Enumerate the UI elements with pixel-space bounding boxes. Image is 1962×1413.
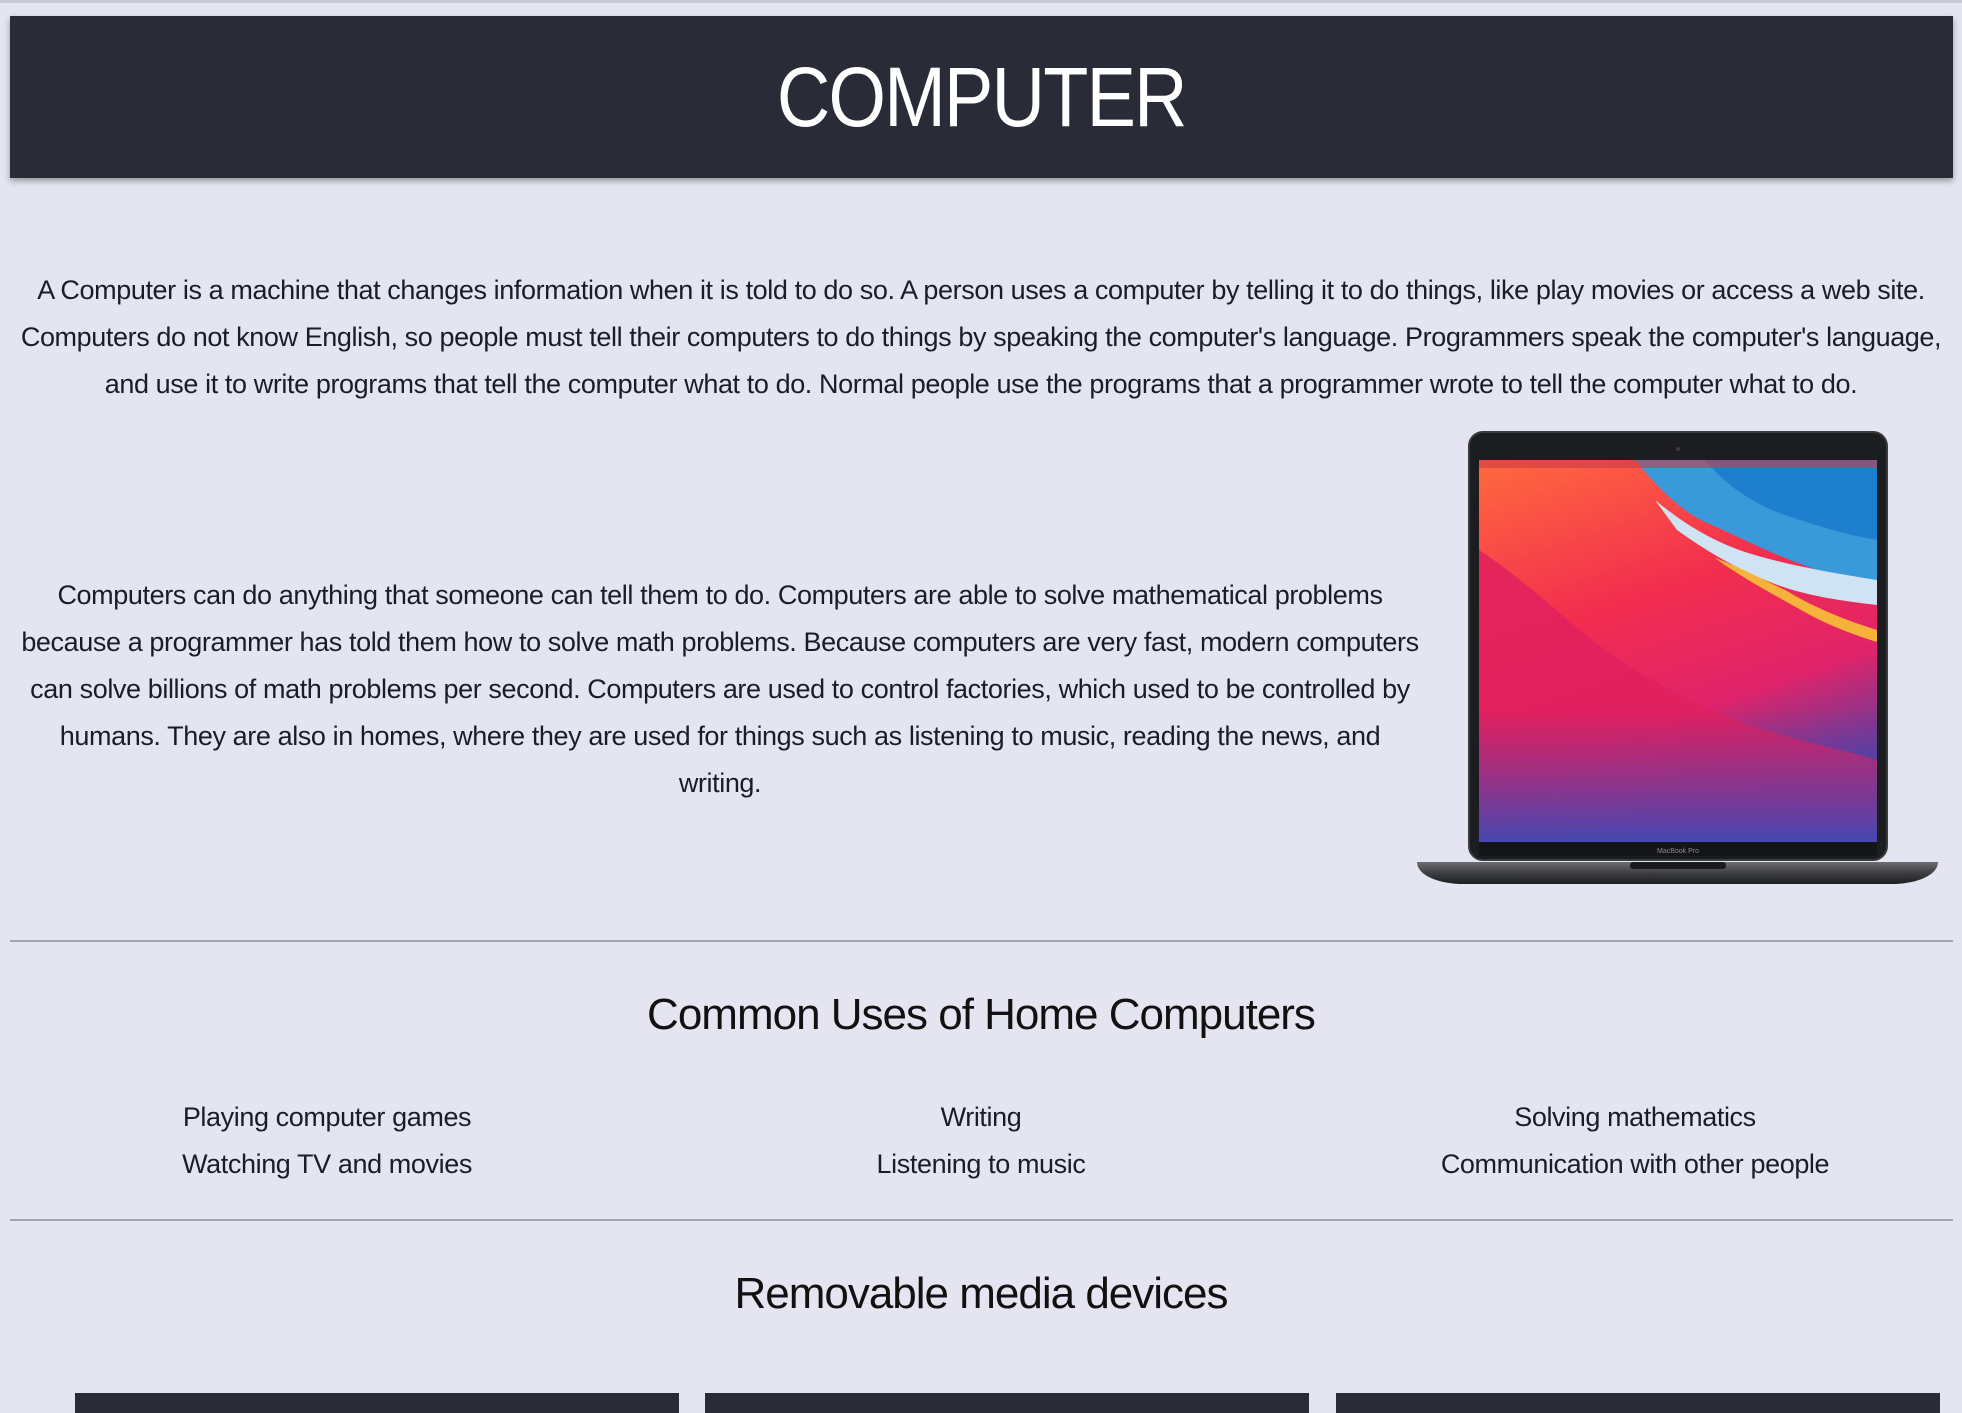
uses-item: Communication with other people xyxy=(1440,1149,1830,1179)
page-title: COMPUTER xyxy=(777,49,1188,144)
uses-item: Writing xyxy=(940,1102,1022,1132)
uses-title: Common Uses of Home Computers xyxy=(647,990,1316,1039)
uses-grid: Playing computer games Watching TV and m… xyxy=(0,1094,1962,1188)
media-card xyxy=(75,1393,679,1413)
uses-item: Listening to music xyxy=(876,1149,1086,1179)
page-header: COMPUTER xyxy=(10,16,1953,178)
section-divider xyxy=(10,940,1953,942)
media-card xyxy=(1336,1393,1940,1413)
top-strip xyxy=(0,0,1962,3)
detail-paragraph: Computers can do anything that someone c… xyxy=(21,580,1419,798)
uses-item: Watching TV and movies xyxy=(182,1149,472,1179)
section-divider xyxy=(10,1219,1953,1221)
laptop-label: MacBook Pro xyxy=(1657,848,1699,855)
laptop-image: MacBook Pro xyxy=(1415,430,1940,892)
uses-column: Playing computer games Watching TV and m… xyxy=(0,1094,654,1188)
uses-column: Solving mathematics Communication with o… xyxy=(1308,1094,1962,1188)
uses-item: Solving mathematics xyxy=(1514,1102,1756,1132)
uses-item: Playing computer games xyxy=(182,1102,472,1132)
uses-column: Writing Listening to music xyxy=(654,1094,1308,1188)
intro-paragraph: A Computer is a machine that changes inf… xyxy=(20,275,1942,399)
media-card xyxy=(705,1393,1309,1413)
media-title: Removable media devices xyxy=(734,1269,1228,1318)
